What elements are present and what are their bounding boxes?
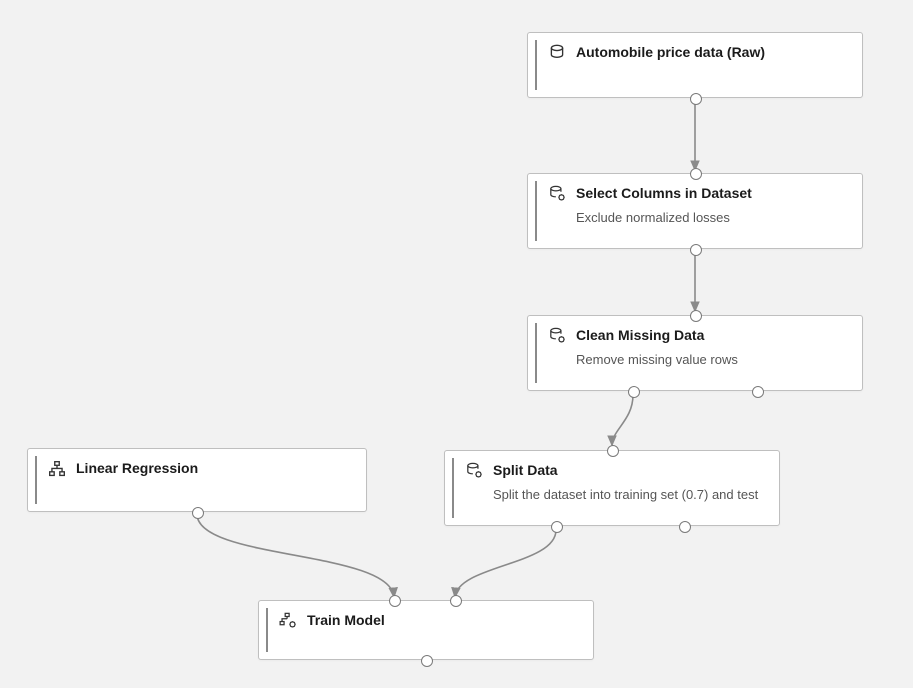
node-title: Clean Missing Data <box>576 326 850 345</box>
database-icon <box>548 44 566 62</box>
node-accent-bar <box>535 40 537 90</box>
output-port-2[interactable] <box>679 521 691 533</box>
input-port-2[interactable] <box>450 595 462 607</box>
node-accent-bar <box>535 323 537 383</box>
node-split-data[interactable]: Split Data Split the dataset into traini… <box>444 450 780 526</box>
output-port[interactable] <box>690 93 702 105</box>
input-port-1[interactable] <box>389 595 401 607</box>
node-clean-missing[interactable]: Clean Missing Data Remove missing value … <box>527 315 863 391</box>
input-port[interactable] <box>607 445 619 457</box>
node-train-model[interactable]: Train Model <box>258 600 594 660</box>
node-title: Automobile price data (Raw) <box>576 43 850 62</box>
database-gear-icon <box>465 462 483 480</box>
node-select-columns[interactable]: Select Columns in Dataset Exclude normal… <box>527 173 863 249</box>
output-port-2[interactable] <box>752 386 764 398</box>
node-subtitle: Split the dataset into training set (0.7… <box>493 486 767 504</box>
node-accent-bar <box>452 458 454 518</box>
node-subtitle: Remove missing value rows <box>576 351 850 369</box>
node-dataset[interactable]: Automobile price data (Raw) <box>527 32 863 98</box>
node-title: Select Columns in Dataset <box>576 184 850 203</box>
node-title: Split Data <box>493 461 767 480</box>
output-port[interactable] <box>421 655 433 667</box>
node-accent-bar <box>35 456 37 504</box>
node-title: Train Model <box>307 611 581 630</box>
output-port-1[interactable] <box>628 386 640 398</box>
output-port-1[interactable] <box>551 521 563 533</box>
node-subtitle: Exclude normalized losses <box>576 209 850 227</box>
node-title: Linear Regression <box>76 459 354 478</box>
database-gear-icon <box>548 185 566 203</box>
node-accent-bar <box>266 608 268 652</box>
node-accent-bar <box>535 181 537 241</box>
model-tree-icon <box>48 460 66 478</box>
model-tree-gear-icon <box>279 612 297 630</box>
pipeline-canvas[interactable]: Automobile price data (Raw) Select Colum… <box>0 0 913 688</box>
node-linear-regression[interactable]: Linear Regression <box>27 448 367 512</box>
output-port[interactable] <box>690 244 702 256</box>
input-port[interactable] <box>690 310 702 322</box>
input-port[interactable] <box>690 168 702 180</box>
output-port[interactable] <box>192 507 204 519</box>
database-gear-icon <box>548 327 566 345</box>
